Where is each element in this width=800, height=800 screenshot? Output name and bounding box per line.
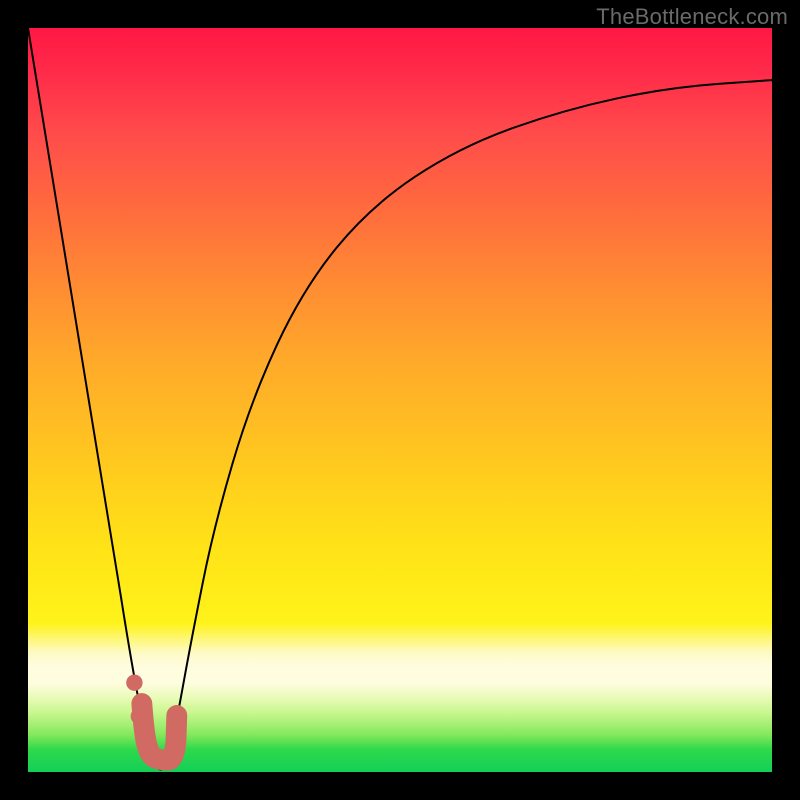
plot-area [28,28,772,772]
chart-frame: TheBottleneck.com [0,0,800,800]
bottleneck-curve [28,28,772,770]
dot-lower [131,708,147,724]
dot-upper [126,675,142,691]
attribution-text: TheBottleneck.com [596,4,788,30]
bottleneck-curve-svg [28,28,772,772]
bottom-hook [142,704,177,761]
